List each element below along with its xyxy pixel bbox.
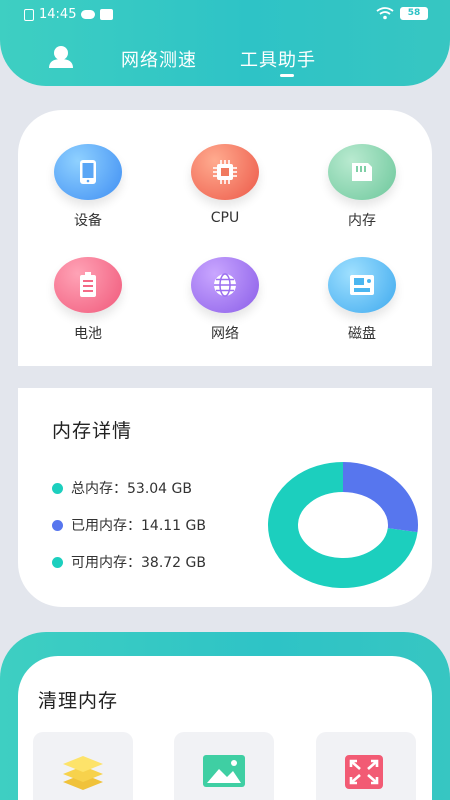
tool-memory[interactable]: 内存	[312, 144, 412, 244]
tool-device[interactable]: 设备	[38, 144, 138, 244]
tool-battery-badge	[54, 257, 122, 313]
sim-icon	[24, 8, 34, 21]
tool-cpu[interactable]: CPU	[175, 144, 275, 244]
legend-total-dot	[52, 482, 63, 494]
legend-used: 已用内存：14.11 GB	[52, 515, 206, 535]
tool-memory-label: 内存	[348, 213, 376, 229]
app-header: 14:45 58 网络测速 工具助手	[0, 0, 450, 86]
tool-network-label: 网络	[211, 326, 239, 342]
clean-item-images[interactable]	[174, 732, 274, 800]
status-time: 14:45	[39, 7, 77, 22]
image-icon	[203, 755, 245, 787]
expand-icon	[345, 755, 383, 789]
clean-memory-card: 清理内存	[18, 656, 432, 800]
legend-total-text: 总内存：53.04 GB	[71, 481, 192, 497]
top-nav: 网络测速 工具助手	[0, 38, 450, 78]
user-avatar-button[interactable]	[48, 44, 74, 70]
cloud-icon	[81, 10, 96, 19]
tab-tools-assistant[interactable]: 工具助手	[240, 46, 316, 72]
user-icon	[49, 46, 73, 68]
chip-icon	[213, 160, 237, 184]
legend-free: 可用内存：38.72 GB	[52, 552, 206, 572]
legend-total: 总内存：53.04 GB	[52, 478, 192, 498]
tool-disk-label: 磁盘	[348, 326, 376, 342]
tool-cpu-label: CPU	[210, 210, 240, 226]
tool-cpu-badge	[191, 144, 259, 200]
legend-used-text: 已用内存：14.11 GB	[71, 518, 206, 534]
tool-battery[interactable]: 电池	[38, 257, 138, 357]
tab-speed-test[interactable]: 网络测速	[121, 46, 197, 72]
legend-free-dot	[52, 556, 63, 568]
battery-icon	[80, 272, 96, 297]
legend-free-text: 可用内存：38.72 GB	[71, 555, 206, 571]
clean-item-cache[interactable]	[33, 732, 133, 800]
donut-used-segment	[342, 462, 418, 533]
layers-icon	[63, 756, 103, 790]
tool-memory-badge	[328, 144, 396, 200]
clean-memory-title: 清理内存	[38, 690, 119, 712]
memory-card-icon	[352, 163, 372, 181]
memory-donut-chart	[268, 462, 418, 588]
tool-network[interactable]: 网络	[175, 257, 275, 357]
tool-device-label: 设备	[74, 213, 102, 229]
tool-disk-badge	[328, 257, 396, 313]
tool-battery-label: 电池	[74, 326, 102, 342]
disk-icon	[350, 275, 374, 295]
active-tab-indicator	[280, 74, 294, 77]
legend-used-dot	[52, 519, 63, 531]
tool-device-badge	[54, 144, 122, 200]
phone-icon	[80, 160, 96, 184]
tool-network-badge	[191, 257, 259, 313]
memory-detail-title: 内存详情	[52, 420, 133, 442]
notification-image-icon	[100, 9, 114, 20]
memory-detail-card: 内存详情 总内存：53.04 GB 已用内存：14.11 GB 可用内存：38.…	[18, 388, 432, 607]
tool-disk[interactable]: 磁盘	[312, 257, 412, 357]
status-bar: 14:45 58	[0, 0, 450, 30]
tools-grid-card: 设备 CPU 内存 电池 网络 磁盘	[18, 110, 432, 366]
globe-icon	[214, 273, 236, 297]
clean-item-large-files[interactable]	[316, 732, 416, 800]
battery-level-icon: 58	[400, 7, 428, 20]
wifi-icon	[376, 7, 394, 20]
